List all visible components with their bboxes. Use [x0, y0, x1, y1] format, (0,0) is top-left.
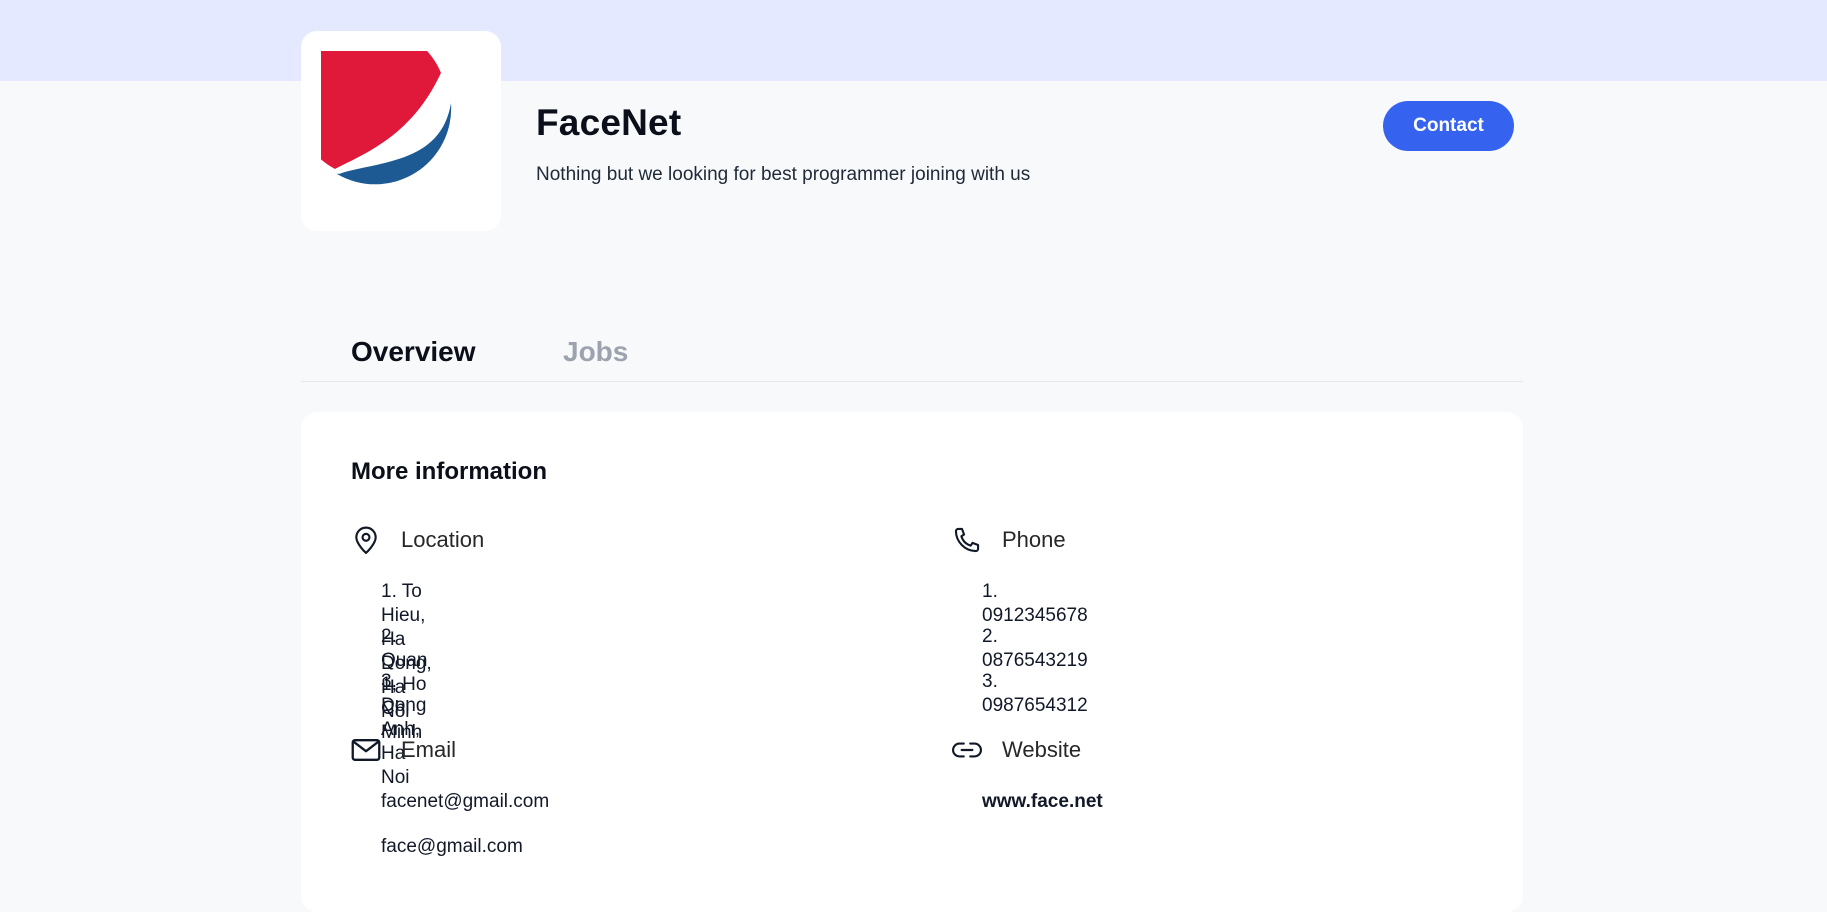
email-item: face@gmail.com: [381, 836, 523, 857]
more-information-card: More information Location 1. To Hieu, Ha…: [301, 412, 1523, 912]
website-link[interactable]: www.face.net: [982, 791, 1103, 812]
location-label: Location: [401, 527, 485, 552]
website-item: www.face.net: [982, 790, 1103, 835]
phone-item: 3. 0987654312: [982, 671, 1088, 716]
company-tagline: Nothing but we looking for best programm…: [536, 164, 1031, 185]
phone-label: Phone: [1002, 527, 1066, 552]
website-list: www.face.net: [982, 790, 1103, 835]
tab-overview[interactable]: Overview: [351, 336, 476, 368]
phone-item: 2. 0876543219: [982, 626, 1088, 671]
location-item: 1. To Hieu, Ha Dong, Ha Noi: [381, 581, 432, 722]
map-pin-icon: [351, 525, 381, 555]
mail-icon: [351, 735, 381, 765]
phone-list: 1. 0912345678 2. 0876543219 3. 098765431…: [982, 580, 1088, 716]
email-label: Email: [401, 737, 457, 762]
email-item: facenet@gmail.com: [381, 791, 550, 812]
phone-icon: [952, 525, 982, 555]
card-title: More information: [351, 458, 547, 485]
profile-tabs: Overview Jobs: [301, 330, 1523, 382]
company-name: FaceNet: [536, 102, 682, 143]
location-list: 1. To Hieu, Ha Dong, Ha Noi 2. Quan 1, H…: [381, 580, 432, 788]
phone-item: 1. 0912345678: [982, 581, 1088, 626]
website-label: Website: [1002, 737, 1082, 762]
company-profile: FaceNet Nothing but we looking for best …: [301, 0, 1523, 912]
link-icon: [952, 735, 982, 765]
location-item: 2. Quan 1, Ho Chi Minh: [381, 626, 428, 743]
company-logo: [301, 31, 501, 231]
email-list: facenet@gmail.com face@gmail.com: [381, 790, 549, 880]
contact-button[interactable]: Contact: [1383, 101, 1514, 151]
pepsi-globe-logo: [321, 51, 452, 185]
tab-jobs[interactable]: Jobs: [563, 336, 628, 368]
